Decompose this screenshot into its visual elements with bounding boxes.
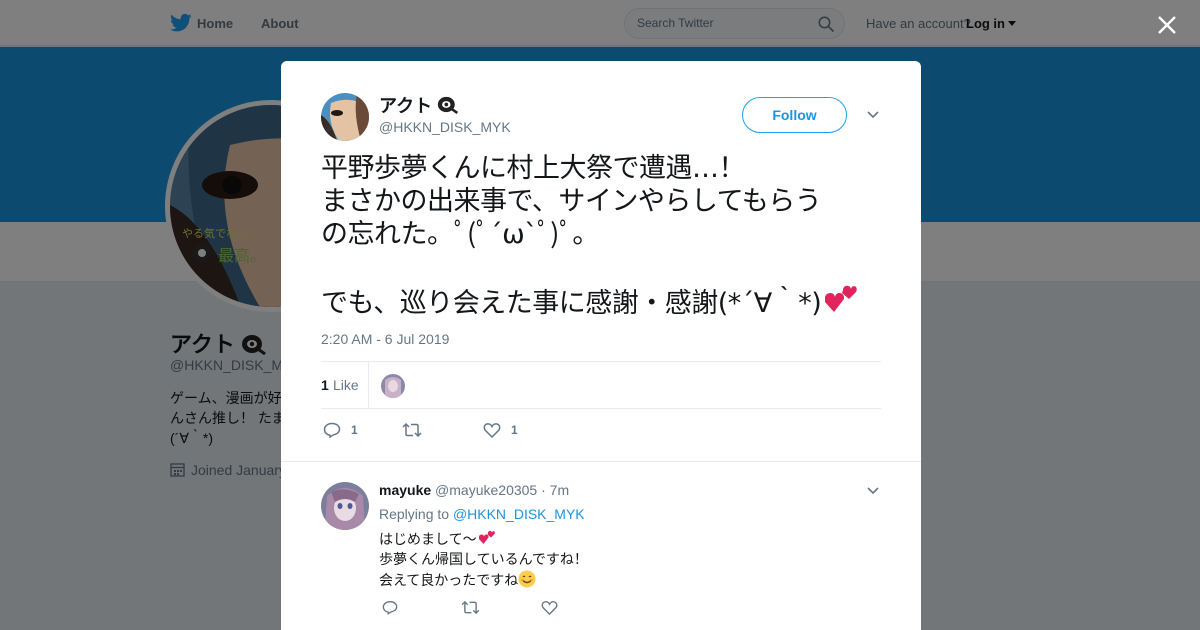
two-hearts-emoji-icon — [478, 530, 495, 544]
reply-count: 1 — [351, 423, 358, 437]
tweet-author-name[interactable]: アクト — [379, 92, 459, 118]
two-hearts-emoji-icon — [825, 285, 857, 312]
reply-header: mayuke @mayuke20305 · 7m — [379, 482, 569, 498]
retweet-icon[interactable] — [461, 600, 480, 615]
heart-icon[interactable] — [483, 422, 501, 438]
reply-text: はじめまして〜 歩夢くん帰国しているんですね！ 会えて良かったですね — [379, 530, 588, 589]
follow-button[interactable]: Follow — [742, 97, 847, 133]
retweet-icon[interactable] — [402, 422, 422, 438]
reply-separator: · — [541, 482, 546, 498]
reply-icon[interactable] — [382, 600, 398, 615]
tweet-retweet-action[interactable] — [402, 422, 432, 438]
smiling-face-emoji-icon — [518, 570, 536, 588]
tweet-stats: 1 Like — [321, 361, 881, 409]
replying-to: Replying to @HKKN_DISK_MYK — [379, 506, 585, 522]
tweet-author-avatar[interactable] — [321, 93, 369, 141]
stats-divider — [368, 362, 369, 408]
heart-icon[interactable] — [541, 600, 558, 615]
reply-icon[interactable] — [323, 422, 341, 438]
tweet-like-action[interactable]: 1 — [483, 422, 518, 438]
reply-time[interactable]: 7m — [550, 482, 569, 498]
likes-label[interactable]: Like — [333, 377, 359, 393]
reply-tweet[interactable]: mayuke @mayuke20305 · 7m Replying to @HK… — [281, 461, 921, 630]
replying-to-link[interactable]: @HKKN_DISK_MYK — [453, 506, 585, 522]
reply-author-avatar[interactable] — [321, 482, 369, 530]
eye-emoji-icon — [437, 96, 459, 114]
chevron-down-icon[interactable] — [866, 110, 880, 120]
liker-avatar[interactable] — [381, 374, 405, 398]
close-icon[interactable] — [1156, 14, 1178, 36]
likes-count[interactable]: 1 — [321, 377, 329, 393]
tweet-text: 平野歩夢くんに村上大祭で遭遇…！ まさかの出来事で、サインやらしてもらう の忘れ… — [321, 152, 881, 320]
tweet-author-handle[interactable]: @HKKN_DISK_MYK — [379, 119, 511, 135]
like-count: 1 — [511, 423, 518, 437]
reply-author-handle[interactable]: @mayuke20305 — [435, 482, 537, 498]
chevron-down-icon[interactable] — [866, 486, 880, 496]
tweet-timestamp[interactable]: 2:20 AM - 6 Jul 2019 — [321, 331, 449, 347]
tweet-modal: アクト @HKKN_DISK_MYK Follow 平野歩夢くんに村上大祭で遭遇… — [281, 61, 921, 630]
reply-author-name[interactable]: mayuke — [379, 482, 431, 498]
tweet-reply-action[interactable]: 1 — [323, 422, 358, 438]
